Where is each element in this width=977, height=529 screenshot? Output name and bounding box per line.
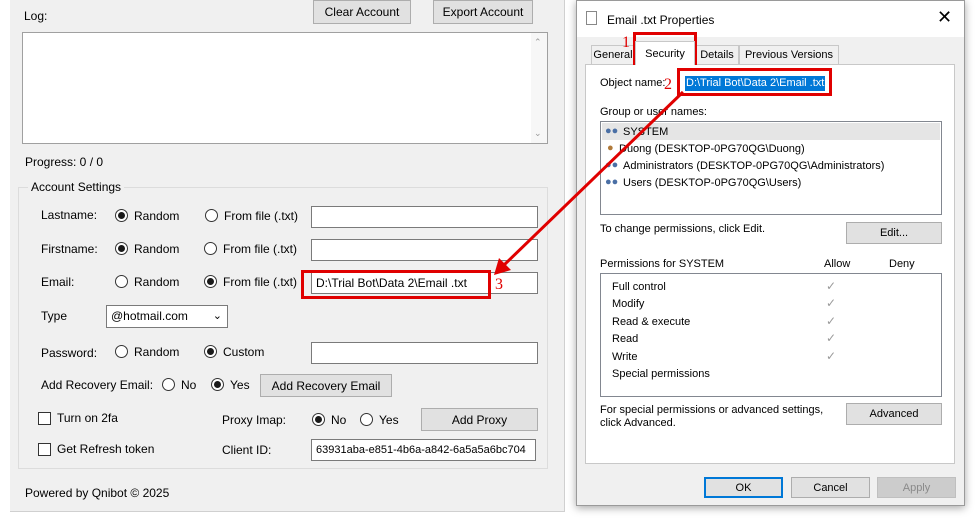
tab-security[interactable]: Security xyxy=(635,41,695,65)
arrow-line xyxy=(501,90,685,268)
annotation-arrow xyxy=(494,90,685,275)
